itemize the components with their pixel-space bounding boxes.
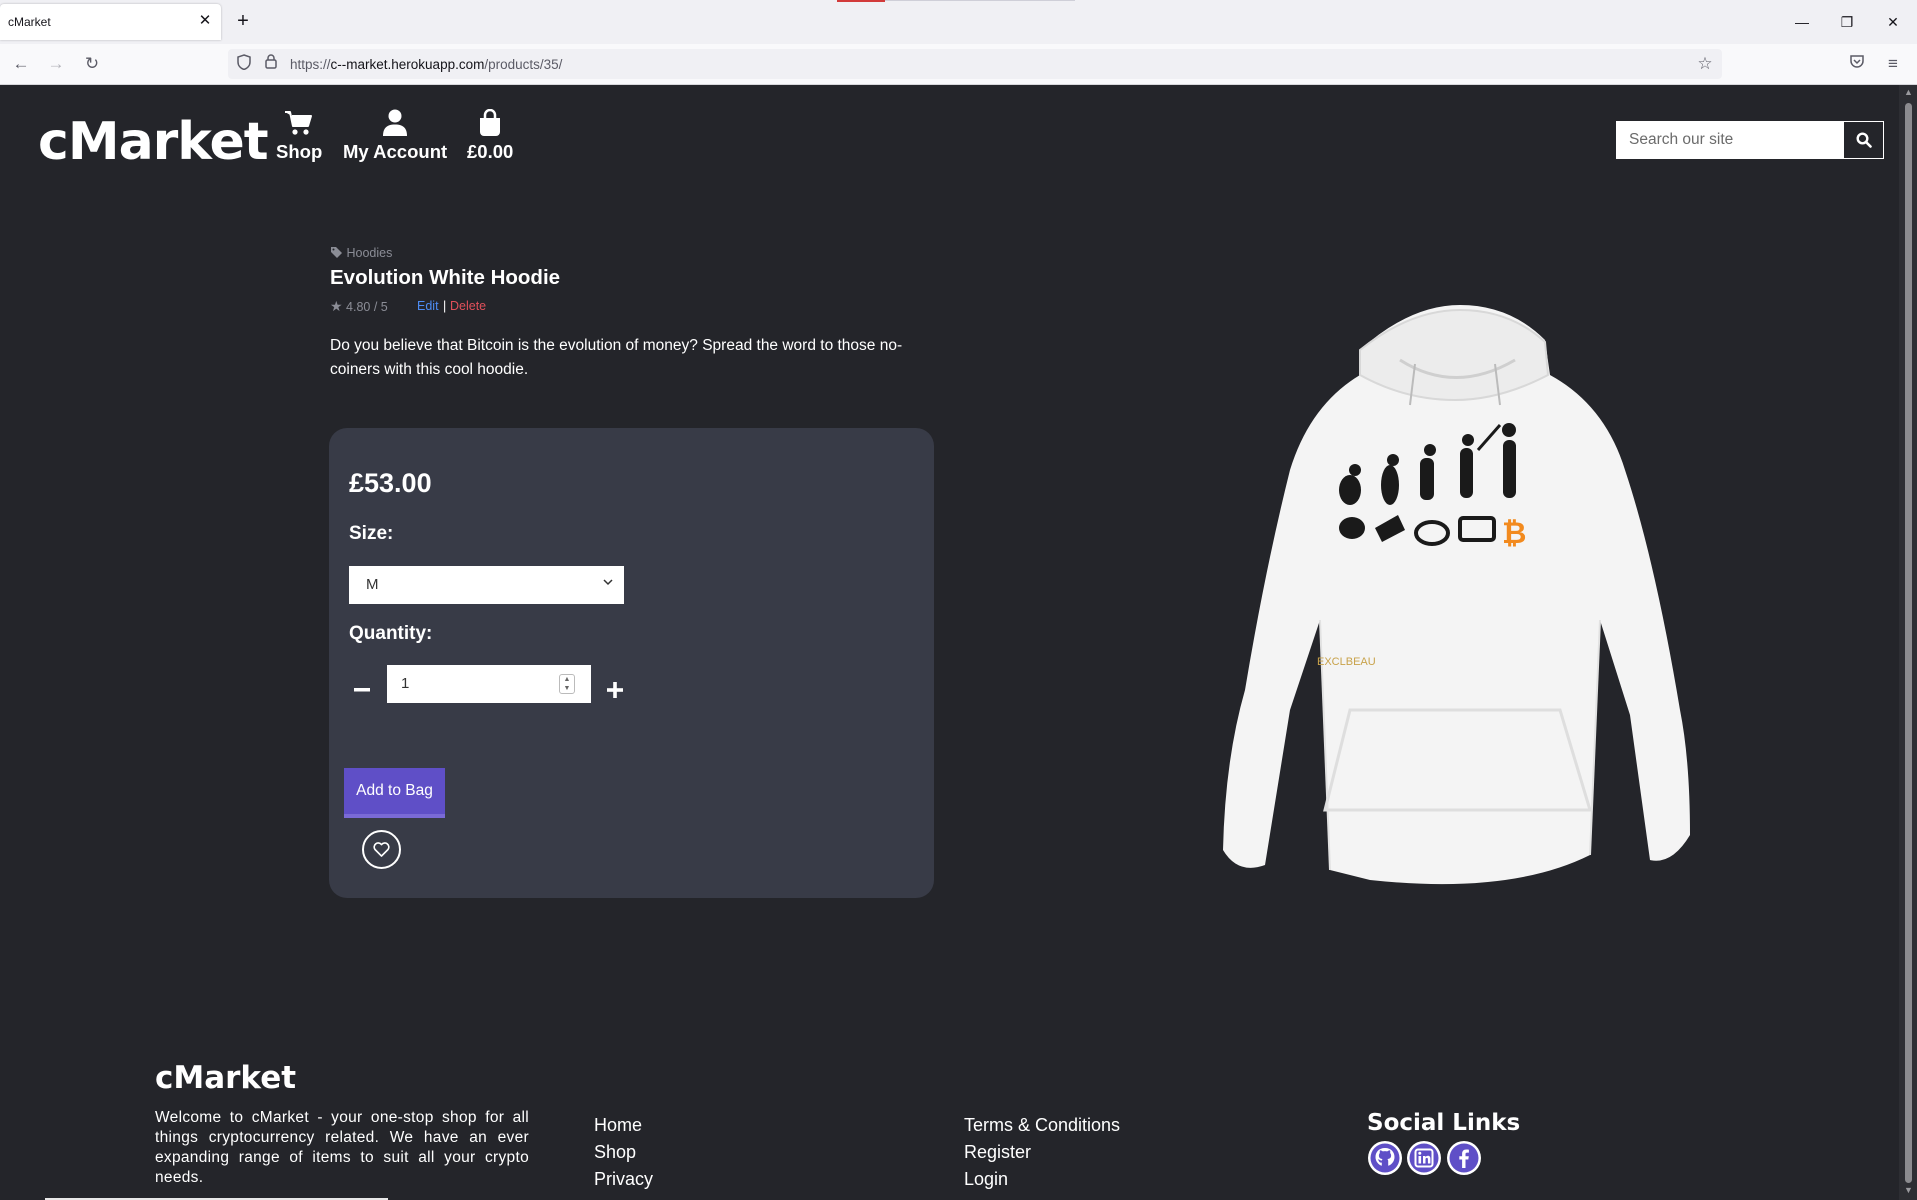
size-select[interactable]: M <box>349 566 624 604</box>
hoodie-brand-tag: EXCLBEAU <box>1317 656 1376 668</box>
footer-link-home[interactable]: Home <box>594 1112 653 1139</box>
browser-navigation-bar: ← → ↻ https://c--market.herokuapp.com/pr… <box>0 44 1917 85</box>
pocket-icon[interactable] <box>1845 52 1869 76</box>
user-icon <box>343 109 447 139</box>
url-host: c--market.herokuapp.com <box>330 57 485 72</box>
search-icon <box>1856 132 1872 148</box>
url-scheme: https:// <box>290 57 331 72</box>
address-bar[interactable]: https://c--market.herokuapp.com/products… <box>228 49 1722 79</box>
footer-links-account: Terms & Conditions Register Login <box>964 1112 1120 1193</box>
minimize-icon[interactable]: ― <box>1790 10 1814 34</box>
delete-product-link[interactable]: Delete <box>450 299 486 313</box>
wishlist-button[interactable] <box>362 830 401 869</box>
browser-tab-bar: cMarket ✕ + ― ❐ ✕ <box>0 0 1917 44</box>
shield-icon[interactable] <box>234 54 254 74</box>
purchase-card: £53.00 Size: M Quantity: 1 ▲ ▼ Add to Bag <box>329 428 934 898</box>
page-scrollbar[interactable]: ▲ ▼ <box>1899 85 1917 1200</box>
scrollbar-thumb[interactable] <box>1905 103 1912 1183</box>
back-icon[interactable]: ← <box>9 52 33 76</box>
menu-icon[interactable]: ≡ <box>1881 52 1905 76</box>
scroll-up-icon[interactable]: ▲ <box>1904 87 1913 97</box>
plus-icon <box>607 682 623 699</box>
link-separator: | <box>443 299 447 313</box>
window-close-icon[interactable]: ✕ <box>1881 10 1905 34</box>
browser-tab[interactable]: cMarket ✕ <box>0 4 221 40</box>
tab-title: cMarket <box>8 15 51 29</box>
svg-text:₿: ₿ <box>1502 516 1526 551</box>
footer-link-register[interactable]: Register <box>964 1139 1120 1166</box>
quantity-value: 1 <box>401 675 410 692</box>
url-path: /products/35/ <box>484 57 563 72</box>
facebook-icon[interactable] <box>1446 1140 1482 1176</box>
reload-icon[interactable]: ↻ <box>80 52 104 76</box>
tag-icon <box>331 247 342 258</box>
tab-close-icon[interactable]: ✕ <box>196 12 214 30</box>
shopping-bag-icon <box>467 108 513 139</box>
github-icon[interactable] <box>1367 1140 1403 1176</box>
size-selected-value: M <box>366 576 379 593</box>
quantity-label: Quantity: <box>349 623 433 644</box>
tab-strip-line <box>885 0 1075 1</box>
add-to-bag-button[interactable]: Add to Bag <box>344 768 445 818</box>
chevron-down-icon <box>603 576 613 590</box>
new-tab-icon[interactable]: + <box>232 10 254 32</box>
social-links-title: Social Links <box>1367 1110 1521 1136</box>
rating-value: 4.80 / 5 <box>346 300 388 314</box>
minus-icon <box>354 688 370 692</box>
size-label: Size: <box>349 523 394 544</box>
star-icon: ★ <box>330 298 343 314</box>
quantity-decrement-button[interactable] <box>349 676 375 700</box>
edit-product-link[interactable]: Edit <box>417 299 439 313</box>
nav-shop[interactable]: Shop <box>276 109 322 163</box>
heart-icon <box>373 842 390 857</box>
footer-link-shop[interactable]: Shop <box>594 1139 653 1166</box>
restore-icon[interactable]: ❐ <box>1835 10 1859 34</box>
nav-bag-total-label: £0.00 <box>467 141 514 162</box>
nav-bag-total[interactable]: £0.00 <box>467 108 514 163</box>
product-description: Do you believe that Bitcoin is the evolu… <box>330 337 903 378</box>
nav-my-account[interactable]: My Account <box>343 109 447 163</box>
quantity-spinner[interactable]: ▲ ▼ <box>559 674 575 694</box>
forward-icon[interactable]: → <box>44 52 68 76</box>
product-category-label: Hoodies <box>346 246 393 260</box>
product-rating: ★ 4.80 / 5 <box>330 298 388 315</box>
product-category[interactable]: Hoodies <box>330 246 392 260</box>
linkedin-icon[interactable] <box>1406 1140 1442 1176</box>
site-logo[interactable]: cMarket <box>38 112 269 172</box>
product-image: ₿ EXCLBEAU <box>1223 305 1690 885</box>
search-button[interactable] <box>1844 122 1883 158</box>
lock-icon[interactable] <box>261 54 281 74</box>
footer-link-login[interactable]: Login <box>964 1166 1120 1193</box>
quantity-increment-button[interactable] <box>602 676 628 700</box>
footer-description: Welcome to cMarket - your one-stop shop … <box>155 1109 529 1186</box>
nav-shop-label: Shop <box>276 141 323 162</box>
footer-link-privacy[interactable]: Privacy <box>594 1166 653 1193</box>
nav-my-account-label: My Account <box>343 141 448 162</box>
loading-indicator <box>837 0 885 2</box>
footer-logo[interactable]: cMarket <box>155 1060 296 1096</box>
url-text[interactable]: https://c--market.herokuapp.com/products… <box>290 57 562 72</box>
product-price: £53.00 <box>349 468 432 498</box>
site-search <box>1616 121 1884 159</box>
footer-links-main: Home Shop Privacy <box>594 1112 653 1193</box>
scroll-down-icon[interactable]: ▼ <box>1904 1185 1913 1195</box>
search-input[interactable] <box>1617 122 1844 158</box>
quantity-input[interactable]: 1 ▲ ▼ <box>387 665 591 703</box>
product-title: Evolution White Hoodie <box>330 266 561 289</box>
footer-link-terms[interactable]: Terms & Conditions <box>964 1112 1120 1139</box>
cart-icon <box>276 109 322 139</box>
bookmark-star-icon[interactable]: ☆ <box>1695 54 1715 74</box>
